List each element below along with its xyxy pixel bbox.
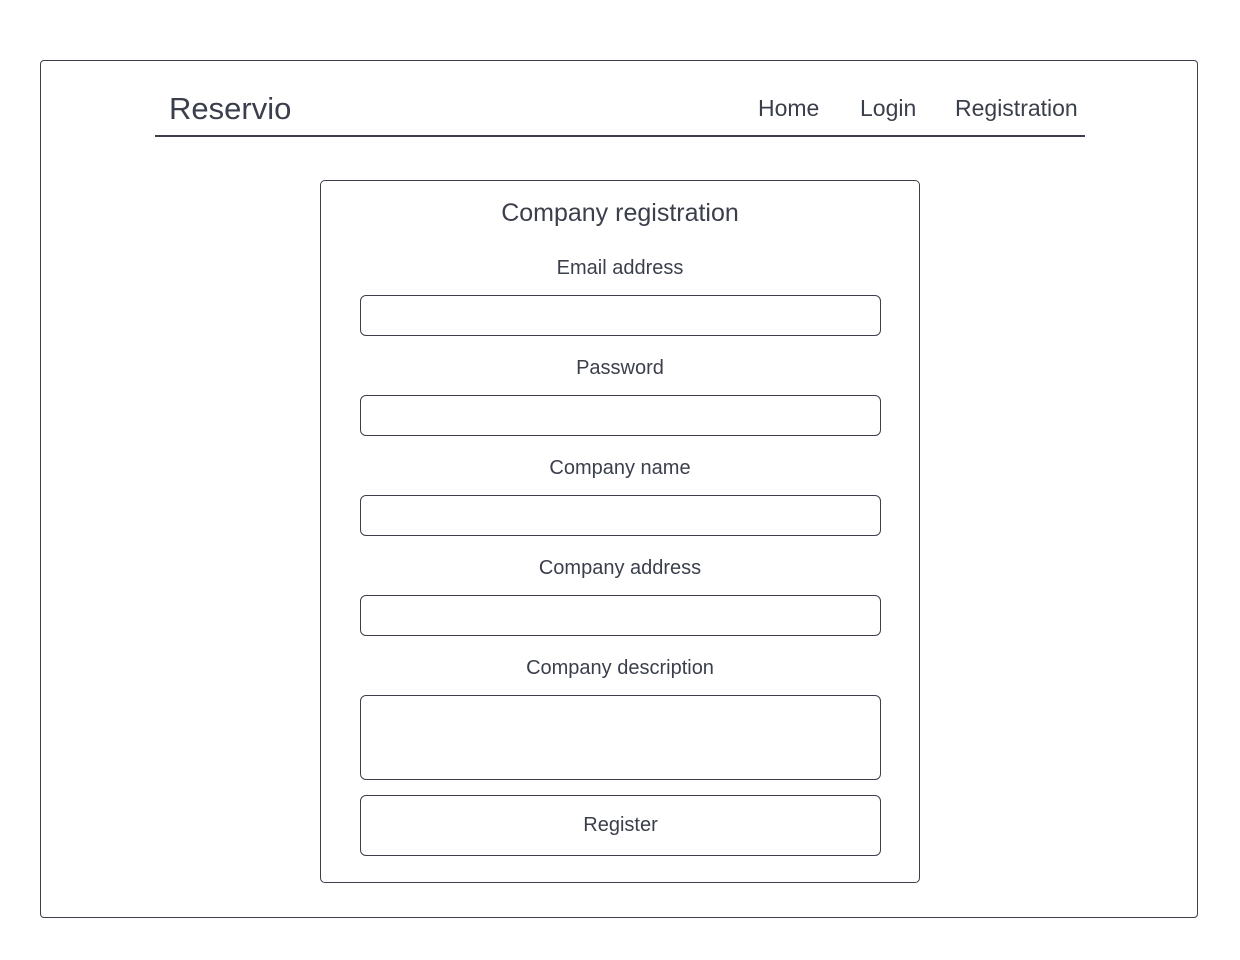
company-description-label: Company description (526, 657, 714, 679)
email-label: Email address (556, 257, 684, 279)
company-name-label: Company name (549, 457, 691, 479)
form-title: Company registration (501, 199, 739, 227)
company-description-field[interactable] (360, 695, 881, 780)
password-field[interactable] (360, 395, 881, 436)
nav-link-registration[interactable]: Registration (955, 93, 1078, 123)
brand-logo-text[interactable]: Reservio (169, 89, 291, 129)
register-button[interactable]: Register (360, 795, 881, 856)
email-field[interactable] (360, 295, 881, 336)
nav-link-login[interactable]: Login (860, 93, 916, 123)
company-address-field[interactable] (360, 595, 881, 636)
header-divider (155, 135, 1085, 137)
company-name-field[interactable] (360, 495, 881, 536)
password-label: Password (576, 357, 664, 379)
nav-link-home[interactable]: Home (758, 93, 819, 123)
company-address-label: Company address (538, 557, 702, 579)
